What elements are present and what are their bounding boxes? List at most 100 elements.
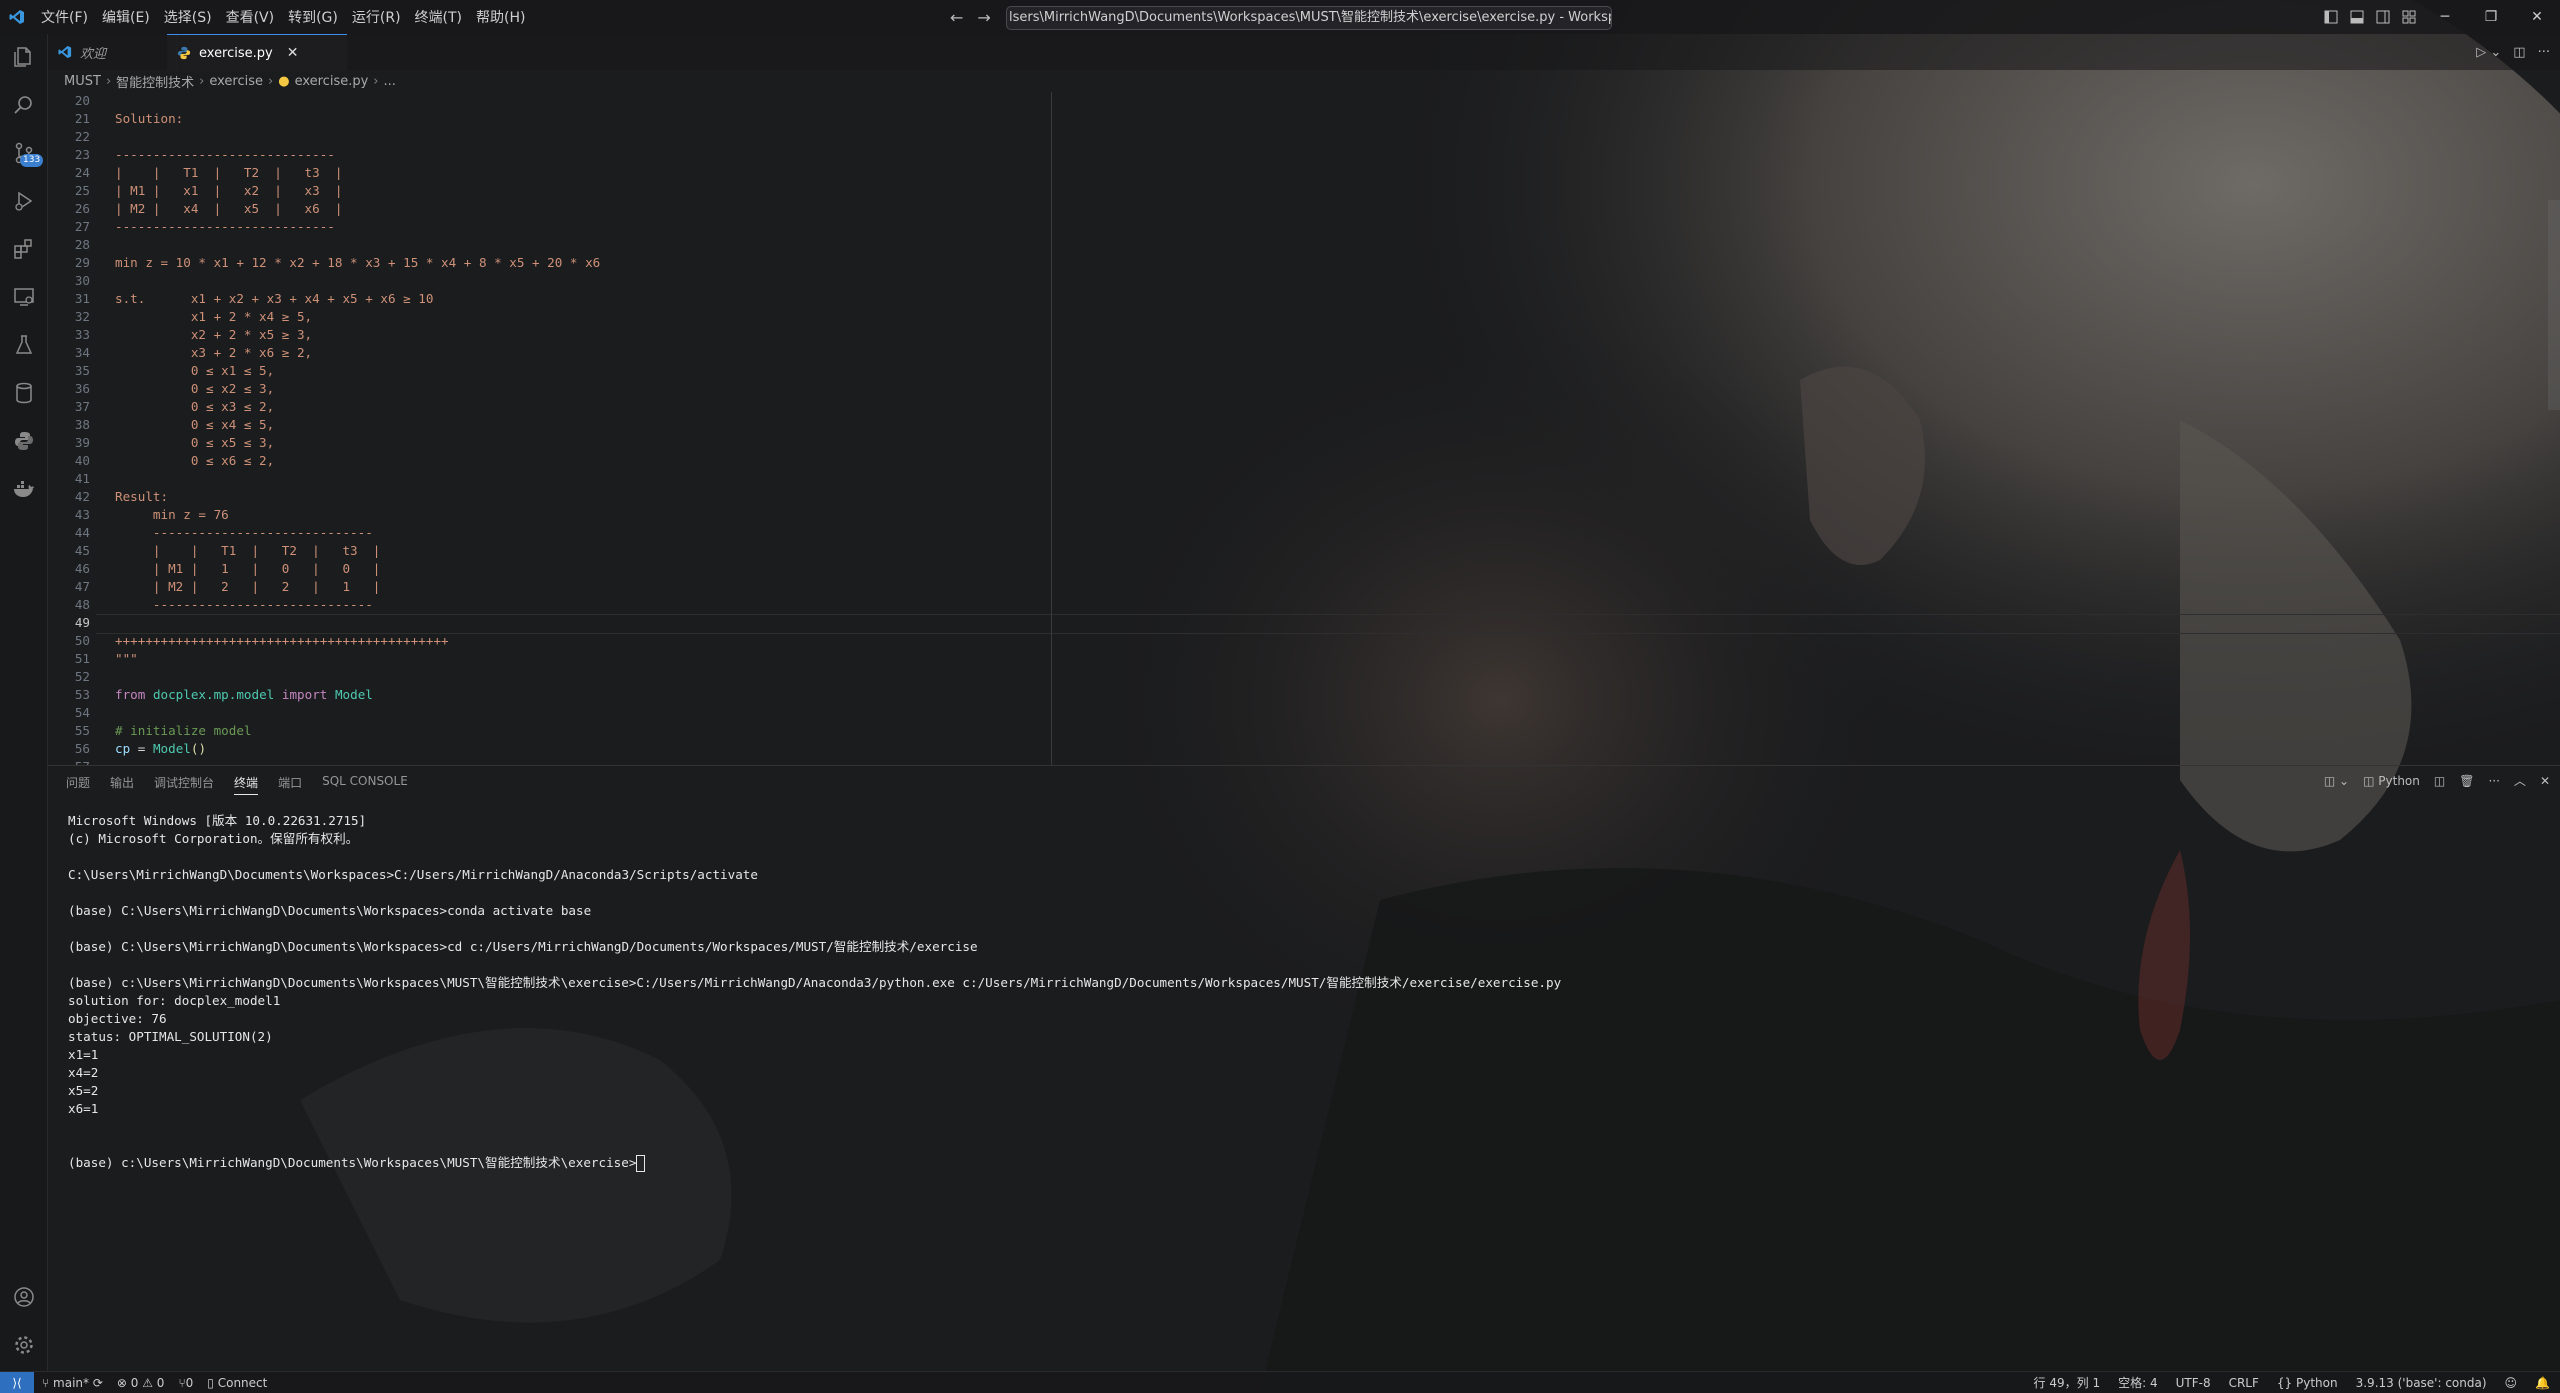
code-line[interactable]: 46 | M1 | 1 | 0 | 0 |	[48, 560, 381, 578]
terminal-prompt-line[interactable]: (base) c:\Users\MirrichWangD\Documents\W…	[68, 1154, 1561, 1172]
remote-indicator-icon[interactable]: ⟩⟨	[0, 1372, 34, 1393]
ports-indicator[interactable]: ⑂0	[178, 1376, 193, 1390]
menu-selection[interactable]: 选择(S)	[157, 7, 219, 27]
back-arrow-icon[interactable]: ←	[950, 8, 963, 27]
remote-explorer-icon[interactable]	[0, 274, 47, 320]
accounts-icon[interactable]	[0, 1274, 47, 1320]
code-line[interactable]: 32 x1 + 2 * x4 ≥ 5,	[48, 308, 312, 326]
code-line[interactable]: 30	[48, 272, 90, 290]
run-python-file-icon[interactable]: ▷ ⌄	[2476, 45, 2501, 60]
code-line[interactable]: 29 min z = 10 * x1 + 12 * x2 + 18 * x3 + …	[48, 254, 600, 272]
code-line[interactable]: 35 0 ≤ x1 ≤ 5,	[48, 362, 274, 380]
toggle-sidebar-icon[interactable]	[2318, 0, 2344, 34]
git-branch[interactable]: ⑂ main* ⟳	[42, 1376, 103, 1390]
code-line[interactable]: 43 min z = 76	[48, 506, 229, 524]
source-control-icon[interactable]: 133	[0, 130, 47, 176]
maximize-panel-icon[interactable]: ︿	[2514, 772, 2526, 789]
code-line[interactable]: 37 0 ≤ x3 ≤ 2,	[48, 398, 274, 416]
tab-welcome[interactable]: 欢迎	[48, 34, 177, 70]
customize-layout-icon[interactable]	[2396, 0, 2422, 34]
editor-scrollbar[interactable]	[2548, 200, 2560, 410]
code-line[interactable]: 54	[48, 704, 90, 722]
feedback-icon[interactable]: ☺	[2505, 1376, 2518, 1390]
breadcrumb-folder[interactable]: 智能控制技术	[116, 72, 194, 91]
menu-terminal[interactable]: 终端(T)	[408, 7, 469, 27]
problems-indicator[interactable]: ⊗ 0 ⚠ 0	[117, 1376, 165, 1390]
new-terminal-dropdown-icon[interactable]: ◫ ⌄	[2324, 774, 2349, 788]
panel-tab-ports[interactable]: 端口	[278, 774, 302, 795]
panel-tab-sql-console[interactable]: SQL CONSOLE	[322, 774, 408, 795]
code-line[interactable]: 34 x3 + 2 * x6 ≥ 2,	[48, 344, 312, 362]
minimize-button[interactable]: ─	[2422, 0, 2468, 34]
code-line[interactable]: 57	[48, 758, 90, 765]
panel-tab-terminal[interactable]: 终端	[234, 774, 259, 795]
code-editor[interactable]: 20 21 Solution: 22 23 -----------------------…	[48, 92, 2560, 765]
menu-file[interactable]: 文件(F)	[34, 7, 95, 27]
database-icon[interactable]	[0, 370, 47, 416]
code-line[interactable]: 28	[48, 236, 90, 254]
toggle-secondary-sidebar-icon[interactable]	[2370, 0, 2396, 34]
extensions-icon[interactable]	[0, 226, 47, 272]
breadcrumb-must[interactable]: MUST	[64, 74, 101, 89]
code-line[interactable]: 23 -----------------------------	[48, 146, 335, 164]
split-editor-icon[interactable]: ◫	[2513, 45, 2525, 60]
connect-indicator[interactable]: ▯ Connect	[207, 1376, 267, 1390]
code-line[interactable]: 36 0 ≤ x2 ≤ 3,	[48, 380, 274, 398]
python-icon[interactable]	[0, 418, 47, 464]
toggle-panel-icon[interactable]	[2344, 0, 2370, 34]
panel-tab-problems[interactable]: 问题	[66, 774, 90, 795]
code-line[interactable]: 52	[48, 668, 90, 686]
breadcrumb-exercise[interactable]: exercise	[209, 74, 263, 89]
code-line[interactable]: 41	[48, 470, 90, 488]
notifications-bell-icon[interactable]: 🔔	[2535, 1376, 2550, 1390]
python-interpreter[interactable]: 3.9.13 ('base': conda)	[2356, 1376, 2487, 1390]
line-ending[interactable]: CRLF	[2229, 1376, 2259, 1390]
code-line[interactable]: 45 | | T1 | T2 | t3 |	[48, 542, 381, 560]
tab-exercise-py[interactable]: exercise.py ✕	[167, 34, 347, 71]
menu-go[interactable]: 转到(G)	[281, 7, 345, 27]
close-window-button[interactable]: ✕	[2514, 0, 2560, 34]
code-line[interactable]: 33 x2 + 2 * x5 ≥ 3,	[48, 326, 312, 344]
code-line[interactable]: 26 | M2 | x4 | x5 | x6 |	[48, 200, 343, 218]
command-center-search[interactable]: lsers\MirrichWangD\Documents\Workspaces\…	[1006, 6, 1612, 30]
encoding[interactable]: UTF-8	[2176, 1376, 2211, 1390]
menu-run[interactable]: 运行(R)	[345, 7, 408, 27]
more-actions-icon[interactable]: ···	[2538, 45, 2550, 60]
docker-icon[interactable]	[0, 466, 47, 512]
search-icon[interactable]	[0, 82, 47, 128]
explorer-icon[interactable]	[0, 34, 47, 80]
panel-tab-debug-console[interactable]: 调试控制台	[154, 774, 214, 795]
code-line[interactable]: 20	[48, 92, 90, 110]
code-line[interactable]: 53 from docplex.mp.model import Model	[48, 686, 373, 704]
code-line[interactable]: 48 -----------------------------	[48, 596, 373, 614]
code-line[interactable]: 50 ++++++++++++++++++++++++++++++++++++++…	[48, 632, 449, 650]
run-debug-icon[interactable]	[0, 178, 47, 224]
trash-icon[interactable]: 🗑	[2459, 774, 2474, 788]
code-line[interactable]: 55 # initialize model	[48, 722, 252, 740]
code-line[interactable]: 42 Result:	[48, 488, 168, 506]
code-line[interactable]: 21 Solution:	[48, 110, 183, 128]
breadcrumb-symbol[interactable]: ...	[384, 74, 396, 89]
close-tab-icon[interactable]: ✕	[287, 45, 299, 61]
code-line[interactable]: 38 0 ≤ x4 ≤ 5,	[48, 416, 274, 434]
language-mode[interactable]: {} Python	[2277, 1376, 2338, 1390]
split-terminal-icon[interactable]: ◫	[2434, 774, 2445, 788]
code-line[interactable]: 49	[48, 614, 90, 632]
close-panel-icon[interactable]: ✕	[2540, 774, 2550, 788]
code-line[interactable]: 39 0 ≤ x5 ≤ 3,	[48, 434, 274, 452]
breadcrumb-file[interactable]: exercise.py	[295, 74, 369, 89]
code-line[interactable]: 22	[48, 128, 90, 146]
indentation[interactable]: 空格: 4	[2118, 1374, 2158, 1391]
code-line[interactable]: 24 | | T1 | T2 | t3 |	[48, 164, 343, 182]
restore-button[interactable]: ❐	[2468, 0, 2514, 34]
settings-gear-icon[interactable]	[0, 1322, 47, 1368]
code-line[interactable]: 47 | M2 | 2 | 2 | 1 |	[48, 578, 381, 596]
code-line[interactable]: 51 """	[48, 650, 138, 668]
forward-arrow-icon[interactable]: →	[977, 8, 990, 27]
menu-edit[interactable]: 编辑(E)	[95, 7, 157, 27]
menu-help[interactable]: 帮助(H)	[469, 7, 532, 27]
cursor-position[interactable]: 行 49，列 1	[2034, 1374, 2101, 1391]
code-line[interactable]: 44 -----------------------------	[48, 524, 373, 542]
menu-view[interactable]: 查看(V)	[219, 7, 282, 27]
terminal-output[interactable]: Microsoft Windows [版本 10.0.22631.2715] (c…	[68, 812, 1561, 1172]
